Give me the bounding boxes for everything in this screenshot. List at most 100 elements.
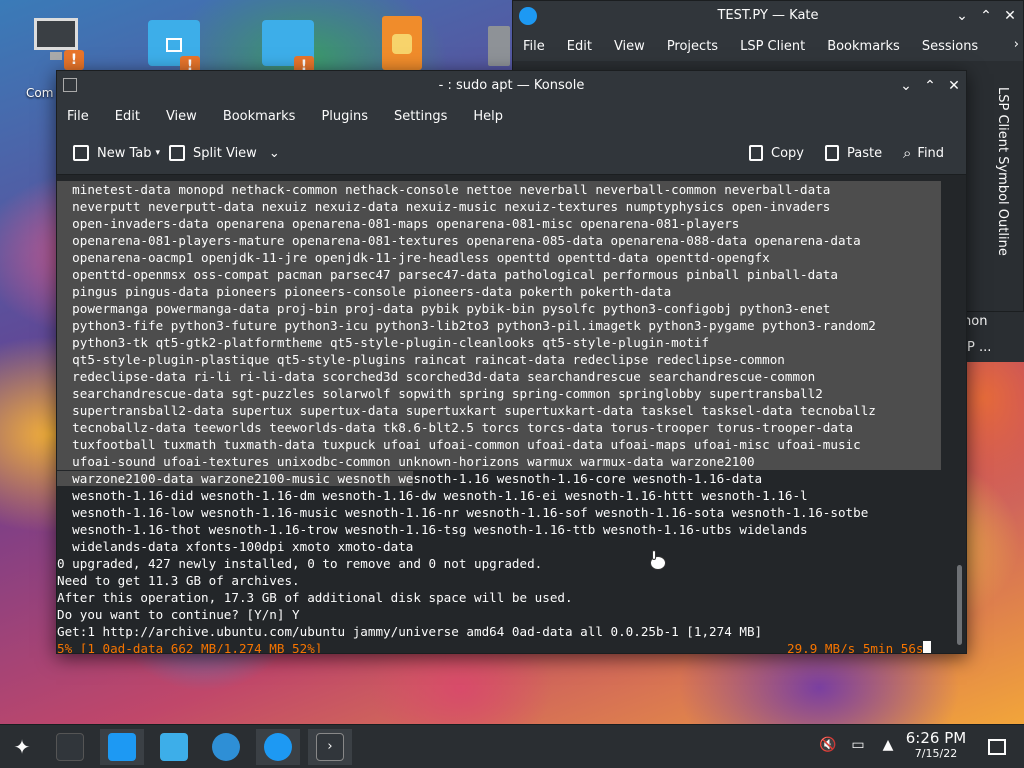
menu-settings[interactable]: Settings: [394, 109, 447, 124]
kate-menu-edit[interactable]: Edit: [567, 39, 592, 54]
paste-icon: [825, 145, 839, 161]
konsole-task[interactable]: ›: [308, 729, 352, 765]
kate-icon: [264, 733, 292, 761]
konsole-toolbar: New Tab ▾ Split View ⌄ Copy Paste ⌕ Find: [57, 131, 966, 175]
kate-titlebar[interactable]: TEST.PY — Kate ⌄ ⌃ ✕: [513, 1, 1023, 31]
kate-menu-projects[interactable]: Projects: [667, 39, 718, 54]
chevron-down-icon[interactable]: ⌄: [269, 146, 280, 161]
close-icon[interactable]: ✕: [945, 77, 963, 95]
terminal-line: 0 upgraded, 427 newly installed, 0 to re…: [57, 556, 543, 571]
digital-clock[interactable]: 6:26 PM 7/15/22: [900, 729, 972, 760]
terminal-icon: ›: [316, 733, 344, 761]
kate-task[interactable]: [256, 729, 300, 765]
konsole-titlebar[interactable]: - : sudo apt — Konsole ⌄ ⌃ ✕: [57, 71, 966, 101]
kate-menu-file[interactable]: File: [523, 39, 545, 54]
maximize-icon[interactable]: ⌃: [977, 7, 995, 25]
menu-help[interactable]: Help: [473, 109, 503, 124]
network-icon[interactable]: ▭: [848, 737, 868, 757]
konsole-window[interactable]: - : sudo apt — Konsole ⌄ ⌃ ✕ File Edit V…: [56, 70, 967, 654]
minimize-icon[interactable]: ⌄: [953, 7, 971, 25]
terminal-line: wesnoth-1.16-low wesnoth-1.16-music wesn…: [57, 505, 869, 520]
terminal-line-selected: supertransball2-data supertux supertux-d…: [57, 402, 941, 419]
kate-menubar: File Edit View Projects LSP Client Bookm…: [513, 31, 1023, 61]
terminal-line: wesnoth-1.16-thot wesnoth-1.16-trow wesn…: [57, 522, 808, 537]
chevron-right-icon[interactable]: ›: [1014, 37, 1019, 52]
computer-icon: !: [30, 12, 84, 72]
scrollbar-thumb[interactable]: [957, 565, 962, 645]
desktop-icon-label: Com: [26, 86, 54, 100]
selected-fragment: warzone2100-data warzone2100-music wesno…: [57, 471, 414, 486]
menu-plugins[interactable]: Plugins: [321, 109, 368, 124]
copy-button[interactable]: Copy: [749, 141, 804, 165]
download-speed-text: 29.9 MB/s 5min 56s: [787, 640, 932, 653]
show-hidden-tray-icon[interactable]: ▲: [878, 737, 898, 757]
kate-menu-view[interactable]: View: [614, 39, 645, 54]
terminal-line-selected: minetest-data monopd nethack-common neth…: [57, 181, 941, 198]
terminal-line-partial: warzone2100-data warzone2100-music wesno…: [57, 470, 762, 487]
system-settings-task[interactable]: [48, 729, 92, 765]
kate-menu-bookmarks[interactable]: Bookmarks: [827, 39, 900, 54]
terminal-line-selected: pingus pingus-data pioneers pioneers-con…: [57, 283, 941, 300]
konsole-menubar: File Edit View Bookmarks Plugins Setting…: [57, 101, 966, 131]
new-tab-button[interactable]: New Tab ▾: [73, 141, 160, 165]
terminal-line-selected: redeclipse-data ri-li ri-li-data scorche…: [57, 368, 941, 385]
close-icon[interactable]: ✕: [1001, 7, 1019, 25]
copy-icon: [749, 145, 763, 161]
warning-badge-icon: !: [64, 50, 84, 70]
terminal-line-selected: openarena-081-players-mature openarena-0…: [57, 232, 941, 249]
terminal-line: Get:1 http://archive.ubuntu.com/ubuntu j…: [57, 624, 763, 639]
paste-button[interactable]: Paste: [825, 141, 882, 165]
terminal-line-selected: searchandrescue-data sgt-puzzles solarwo…: [57, 385, 941, 402]
clock-date: 7/15/22: [914, 747, 958, 760]
kate-menu-lsp-client[interactable]: LSP Client: [740, 39, 805, 54]
folder-icon: [160, 733, 188, 761]
terminal-line-selected: python3-tk qt5-gtk2-platformtheme qt5-st…: [57, 334, 941, 351]
terminal-line-selected: open-invaders-data openarena openarena-0…: [57, 215, 941, 232]
browser-task[interactable]: [204, 729, 248, 765]
discover-store-icon: [108, 733, 136, 761]
mouse-cursor-icon: [646, 550, 668, 574]
show-desktop-icon[interactable]: [988, 739, 1006, 755]
minimize-icon[interactable]: ⌄: [897, 77, 915, 95]
split-view-icon: [169, 145, 185, 161]
volume-muted-icon[interactable]: 🔇: [818, 737, 838, 757]
chevron-down-icon: ▾: [155, 148, 161, 158]
application-launcher-button[interactable]: ✦: [0, 729, 44, 765]
kate-partial-text-2b: P ...: [967, 340, 992, 355]
download-progress-text: 5% [1 0ad-data 662 MB/1,274 MB 52%]: [57, 641, 323, 653]
menu-file[interactable]: File: [67, 109, 89, 124]
menu-bookmarks[interactable]: Bookmarks: [223, 109, 296, 124]
terminal-line-selected: tuxfootball tuxmath tuxmath-data tuxpuck…: [57, 436, 941, 453]
taskbar: ✦ › 🔇 ▭ ▲ 6:26 PM 7/15/22: [0, 724, 1024, 768]
find-button[interactable]: ⌕ Find: [903, 141, 944, 165]
find-label: Find: [917, 145, 945, 161]
terminal-line-selected: powermanga powermanga-data proj-bin proj…: [57, 300, 941, 317]
terminal-line: Do you want to continue? [Y/n] Y: [57, 607, 300, 622]
trash-icon: [484, 12, 512, 72]
maximize-icon[interactable]: ⌃: [921, 77, 939, 95]
dolphin-task[interactable]: [152, 729, 196, 765]
terminal-line: widelands-data xfonts-100dpi xmoto xmoto…: [57, 539, 414, 554]
network-folder-icon: !: [258, 12, 314, 76]
terminal-line-selected: python3-fife python3-future python3-icu …: [57, 317, 941, 334]
split-view-label: Split View: [193, 145, 257, 161]
menu-view[interactable]: View: [166, 109, 197, 124]
terminal-output[interactable]: minetest-data monopd nethack-common neth…: [57, 175, 954, 653]
konsole-window-title: - : sudo apt — Konsole: [438, 78, 585, 93]
kate-menu-sessions[interactable]: Sessions: [922, 39, 978, 54]
kate-window-title: TEST.PY — Kate: [717, 8, 819, 23]
split-view-button[interactable]: Split View ⌄: [169, 141, 280, 165]
terminal-scrollbar[interactable]: [954, 175, 966, 653]
discover-task[interactable]: [100, 729, 144, 765]
paste-label: Paste: [847, 145, 883, 161]
terminal-line-selected: qt5-style-plugin-plastique qt5-style-plu…: [57, 351, 941, 368]
terminal-line: Need to get 11.3 GB of archives.: [57, 573, 300, 588]
kate-side-panel[interactable]: LSP Client Symbol Outline: [991, 63, 1023, 311]
lsp-symbol-outline-tab[interactable]: LSP Client Symbol Outline: [995, 87, 1010, 256]
download-speed-value: 29.9 MB/s 5min 56s: [787, 641, 924, 653]
terminal-line-selected: openttd-openmsx oss-compat pacman parsec…: [57, 266, 941, 283]
menu-edit[interactable]: Edit: [115, 109, 140, 124]
terminal-line-selected: openarena-oacmp1 openjdk-11-jre openjdk-…: [57, 249, 941, 266]
settings-sliders-icon: [56, 733, 84, 761]
home-folder-icon: !: [144, 12, 200, 76]
